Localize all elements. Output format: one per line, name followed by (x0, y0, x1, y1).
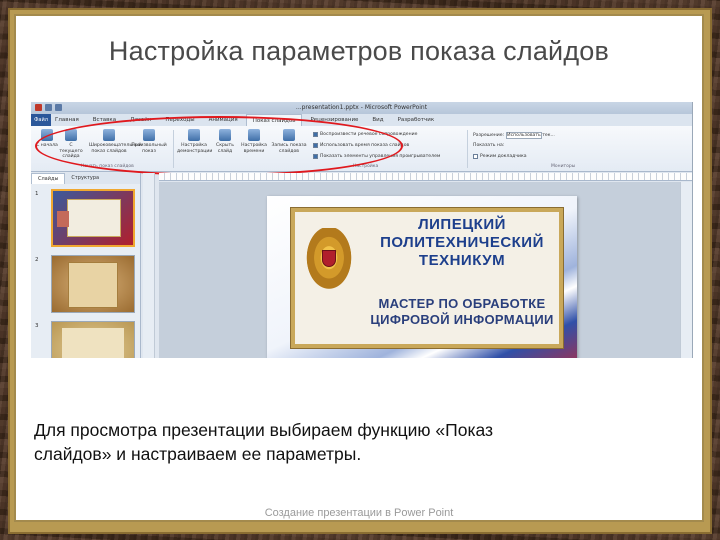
slide-thumbnail-2[interactable] (51, 255, 135, 313)
editor-scrollbar[interactable] (680, 182, 692, 358)
checkbox-label: Режим докладчика (480, 154, 527, 159)
ribbon-separator (467, 130, 468, 168)
slide-thumbnail-3[interactable] (51, 321, 135, 358)
thumbnail-number: 3 (35, 323, 39, 329)
tab-view[interactable]: Вид (366, 114, 389, 126)
tab-home[interactable]: Главная (49, 114, 85, 126)
tab-developer[interactable]: Разработчик (392, 114, 441, 126)
presenter-view-checkbox[interactable]: Режим докладчика (473, 154, 527, 159)
red-highlight-ellipse (35, 116, 403, 176)
slide-footer: Создание презентации в Power Point (264, 507, 454, 519)
resolution-label: Разрешение: (473, 133, 505, 138)
resolution-control[interactable]: Разрешение: Использовать тек... (473, 132, 555, 139)
main-slide-subtitle: МАСТЕР ПО ОБРАБОТКЕ ЦИФРОВОЙ ИНФОРМАЦИИ (370, 296, 554, 327)
panel-scrollbar[interactable] (143, 173, 155, 358)
quick-access-toolbar (35, 104, 62, 111)
coat-of-arms-icon (303, 228, 355, 294)
thumbnail-content (68, 262, 118, 308)
thumbnail-photo (57, 211, 69, 227)
thumbnail-number: 2 (35, 257, 39, 263)
tab-slides[interactable]: Слайды (31, 173, 66, 184)
shield-icon (322, 250, 336, 267)
slide-content-frame: ЛИПЕЦКИЙ ПОЛИТЕХНИЧЕСКИЙ ТЕХНИКУМ МАСТЕР… (290, 207, 564, 349)
slide-title: Настройка параметров показа слайдов (108, 36, 610, 66)
presentation-slide: Настройка параметров показа слайдов ...p… (14, 14, 704, 522)
thumbnail-number: 1 (35, 191, 39, 197)
powerpoint-screenshot: ...presentation1.pptx - Microsoft PowerP… (31, 102, 693, 358)
checkbox-box[interactable] (473, 154, 478, 159)
thumbnail-content (62, 328, 124, 358)
slide-thumbnail-1[interactable] (51, 189, 135, 247)
powerpoint-logo-icon (35, 104, 42, 111)
show-on-control[interactable]: Показать на: (473, 143, 504, 148)
group-label-monitors: Мониторы (551, 164, 576, 169)
slide-caption: Для просмотра презентации выбираем функц… (34, 420, 494, 464)
slides-panel: Слайды Структура 1 2 3 (31, 173, 141, 358)
save-icon[interactable] (45, 104, 52, 111)
thumbnail-content (67, 199, 121, 237)
show-on-label: Показать на: (473, 143, 505, 148)
slide-editor: ЛИПЕЦКИЙ ПОЛИТЕХНИЧЕСКИЙ ТЕХНИКУМ МАСТЕР… (159, 182, 692, 358)
main-slide-canvas[interactable]: ЛИПЕЦКИЙ ПОЛИТЕХНИЧЕСКИЙ ТЕХНИКУМ МАСТЕР… (267, 196, 577, 358)
window-title: ...presentation1.pptx - Microsoft PowerP… (295, 104, 428, 111)
main-slide-title: ЛИПЕЦКИЙ ПОЛИТЕХНИЧЕСКИЙ ТЕХНИКУМ (380, 216, 544, 269)
window-titlebar: ...presentation1.pptx - Microsoft PowerP… (31, 102, 692, 114)
tab-file[interactable]: Файл (31, 114, 51, 126)
resolution-select[interactable]: Использовать тек... (506, 132, 555, 139)
tab-outline[interactable]: Структура (65, 173, 105, 184)
undo-icon[interactable] (55, 104, 62, 111)
horizontal-ruler (159, 173, 692, 181)
panel-tabs: Слайды Структура (31, 173, 140, 184)
